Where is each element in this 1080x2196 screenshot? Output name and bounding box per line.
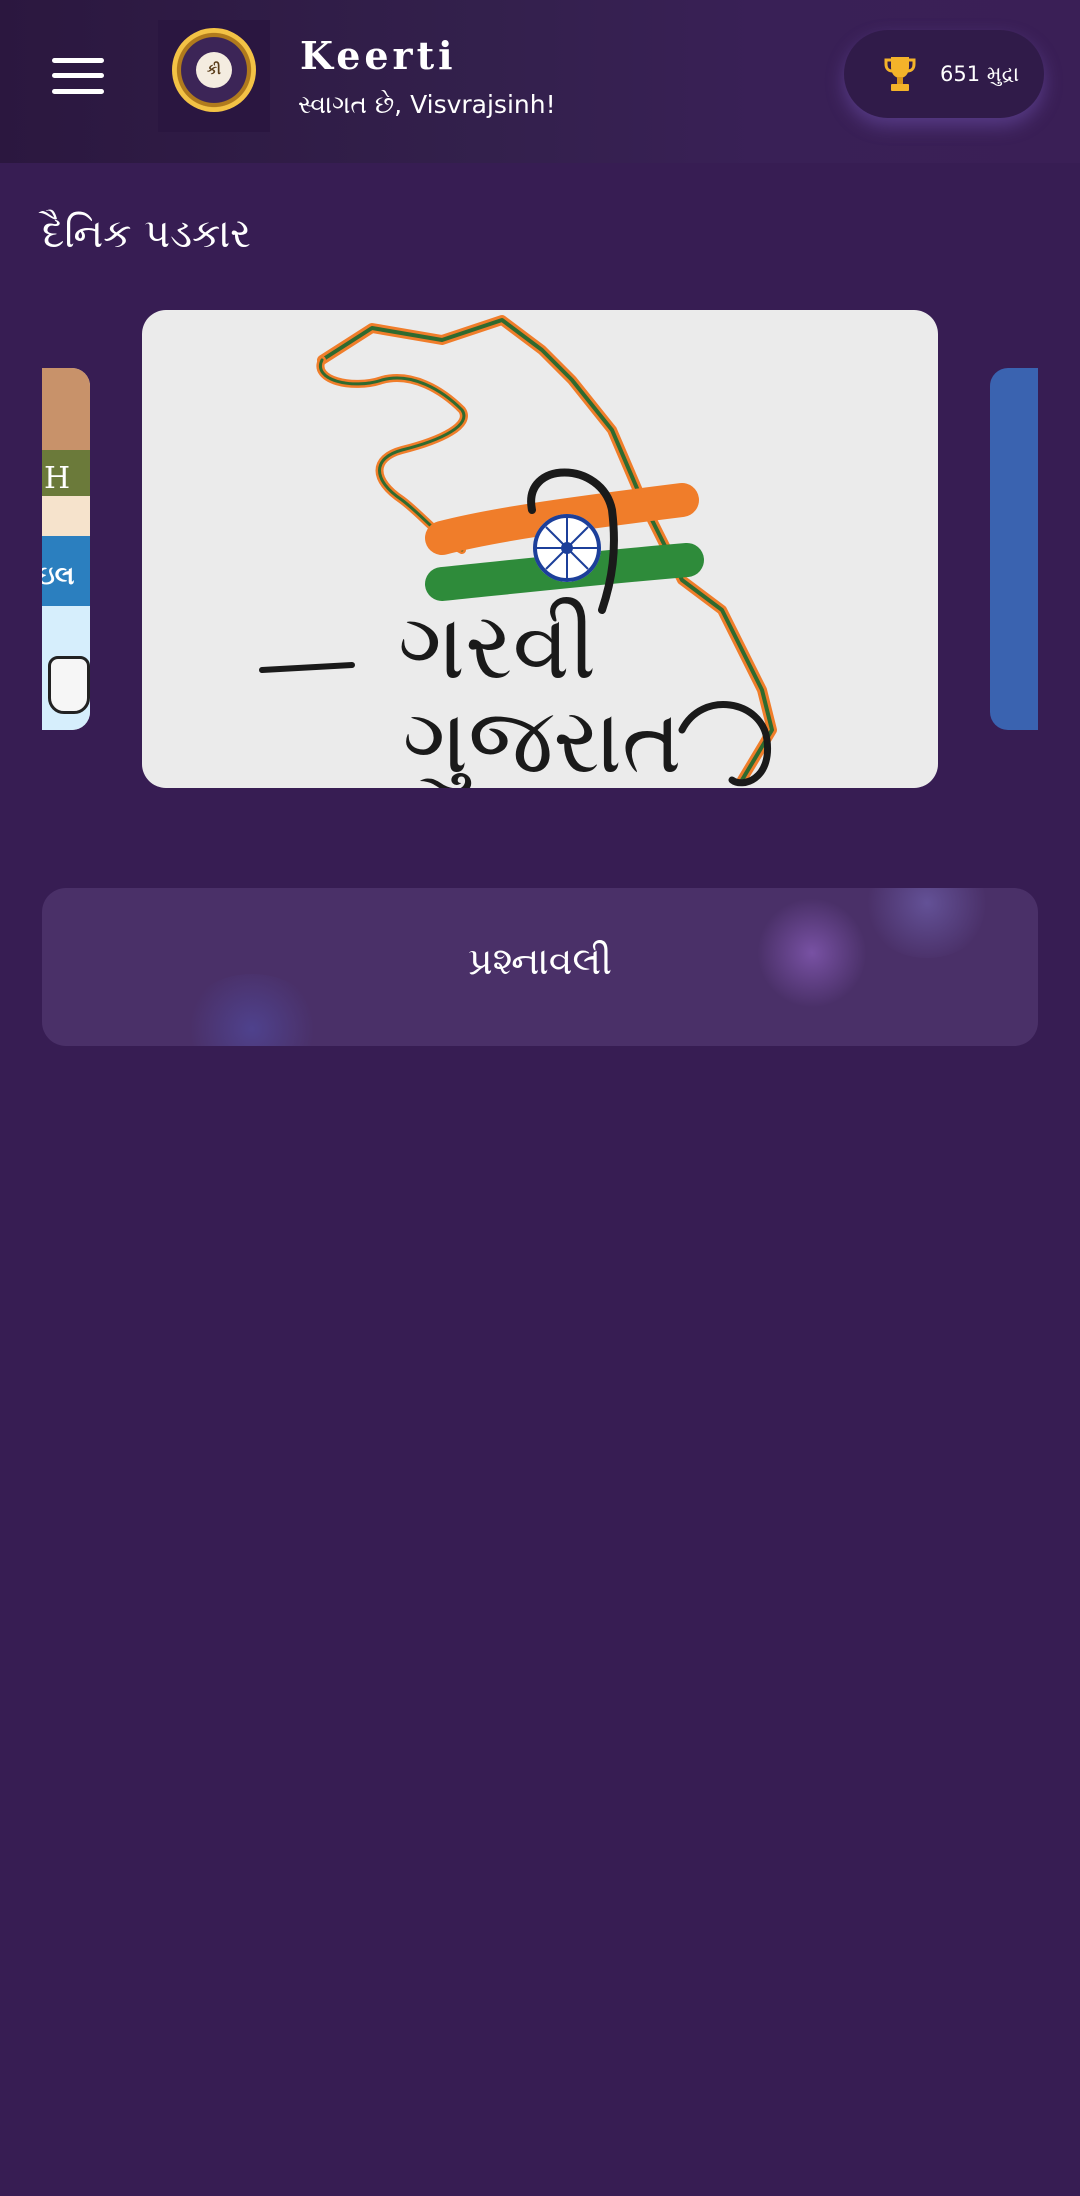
app-logo: કી bbox=[158, 20, 270, 132]
card-title-line1: ગરવી bbox=[398, 593, 596, 700]
app-header: કી Keerti સ્વાગત છે, Visvrajsinh! 651 મુ… bbox=[0, 0, 1080, 163]
menu-bar-bottom bbox=[52, 89, 104, 94]
quiz-button[interactable]: પ્રશ્નાવલી bbox=[42, 888, 1038, 1046]
previous-card-text: H ઇલ bbox=[42, 461, 75, 591]
carousel-card-next[interactable] bbox=[990, 368, 1038, 730]
logo-letter: કી bbox=[196, 52, 232, 88]
points-label: 651 મુદ્રા bbox=[940, 62, 1020, 86]
previous-card-text-1: H bbox=[44, 461, 70, 496]
carousel-card-garvi-gujarat[interactable]: ગરવી ગુજરાત bbox=[142, 310, 938, 788]
quiz-label: પ્રશ્નાવલી bbox=[467, 939, 613, 983]
section-title: દૈનિક પડકાર bbox=[42, 211, 251, 257]
points-badge[interactable]: 651 મુદ્રા bbox=[844, 30, 1044, 118]
menu-bar-middle bbox=[52, 73, 104, 78]
challenge-carousel[interactable]: H ઇલ ગરવી ગુજરાત bbox=[0, 300, 1080, 800]
gujarat-map-illustration: ગરવી ગુજરાત bbox=[259, 315, 777, 788]
menu-icon[interactable] bbox=[52, 58, 104, 94]
carousel-card-previous[interactable]: H ઇલ bbox=[42, 368, 90, 730]
menu-bar-top bbox=[52, 58, 104, 63]
welcome-message: સ્વાગત છે, Visvrajsinh! bbox=[298, 90, 556, 119]
card-title-line2: ગુજરાત bbox=[402, 689, 681, 788]
trophy-icon bbox=[884, 57, 916, 91]
app-name: Keerti bbox=[300, 33, 457, 78]
previous-card-text-2: ઇલ bbox=[42, 561, 75, 591]
